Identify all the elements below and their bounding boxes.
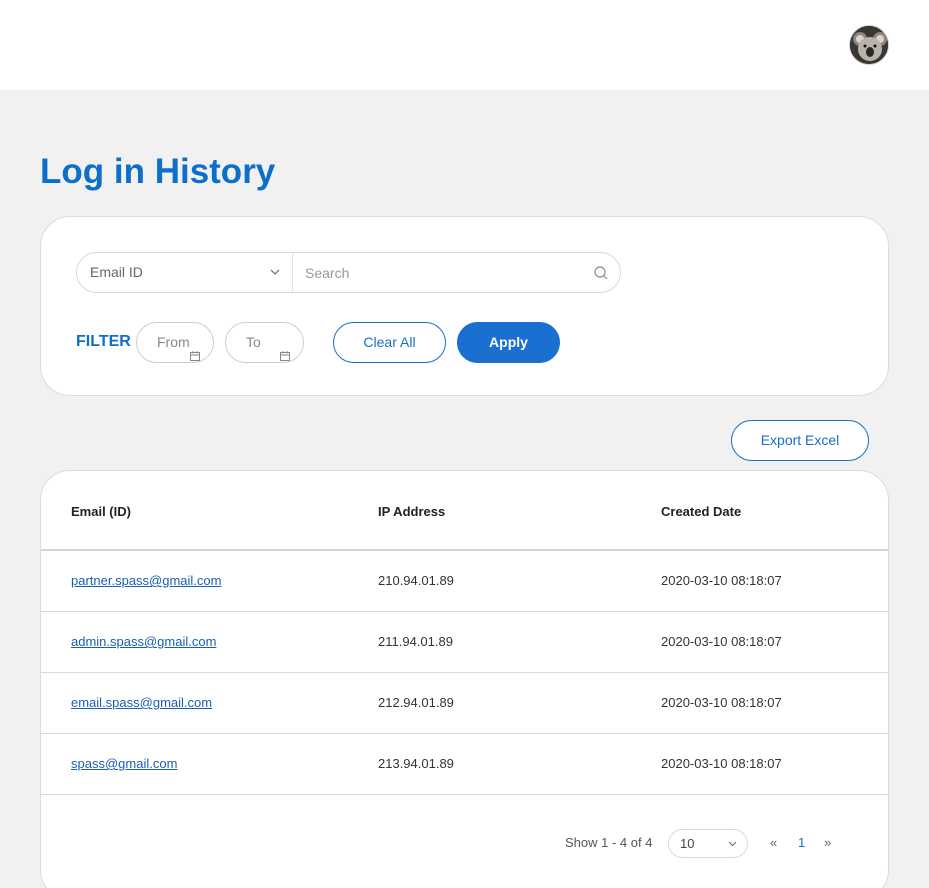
table-row: partner.spass@gmail.com 210.94.01.89 202…	[41, 551, 888, 612]
date-to-field[interactable]: To	[225, 322, 304, 363]
column-header-email: Email (ID)	[71, 504, 131, 519]
koala-avatar-icon	[850, 26, 888, 64]
table-header: Email (ID) IP Address Created Date	[41, 471, 888, 551]
ip-cell: 213.94.01.89	[378, 756, 454, 771]
email-link[interactable]: admin.spass@gmail.com	[71, 634, 216, 649]
created-date-cell: 2020-03-10 08:18:07	[661, 573, 782, 588]
search-type-value: Email ID	[90, 264, 143, 280]
email-link[interactable]: email.spass@gmail.com	[71, 695, 212, 710]
email-link[interactable]: partner.spass@gmail.com	[71, 573, 221, 588]
email-link[interactable]: spass@gmail.com	[71, 756, 177, 771]
page-title: Log in History	[40, 152, 276, 191]
top-bar	[0, 0, 929, 90]
user-avatar[interactable]	[849, 25, 889, 65]
chevron-down-icon	[270, 253, 280, 309]
previous-page-button[interactable]: «	[770, 835, 777, 850]
filter-panel: Email ID FILTER From To Clear All Apply	[40, 216, 889, 396]
search-icon[interactable]	[593, 265, 609, 281]
filter-label: FILTER	[76, 333, 131, 350]
page-size-select[interactable]: 10	[668, 829, 748, 858]
page-size-value: 10	[680, 836, 695, 851]
created-date-cell: 2020-03-10 08:18:07	[661, 756, 782, 771]
next-page-button[interactable]: »	[824, 835, 831, 850]
search-group: Email ID	[76, 252, 621, 293]
export-excel-button[interactable]: Export Excel	[731, 420, 869, 461]
ip-cell: 210.94.01.89	[378, 573, 454, 588]
date-from-field[interactable]: From	[136, 322, 214, 363]
ip-cell: 211.94.01.89	[378, 634, 453, 649]
column-header-ip: IP Address	[378, 504, 446, 519]
column-header-created: Created Date	[661, 504, 742, 519]
log-history-table: Email (ID) IP Address Created Date partn…	[40, 470, 889, 888]
table-row: email.spass@gmail.com 212.94.01.89 2020-…	[41, 673, 888, 734]
table-row: admin.spass@gmail.com 211.94.01.89 2020-…	[41, 612, 888, 673]
search-type-select[interactable]: Email ID	[77, 253, 293, 292]
calendar-icon	[280, 337, 290, 361]
table-row: spass@gmail.com 213.94.01.89 2020-03-10 …	[41, 734, 888, 795]
ip-cell: 212.94.01.89	[378, 695, 454, 710]
chevron-down-icon	[728, 830, 737, 868]
created-date-cell: 2020-03-10 08:18:07	[661, 695, 782, 710]
apply-button[interactable]: Apply	[457, 322, 560, 363]
date-from-placeholder: From	[157, 334, 190, 350]
pagination-info: Show 1 - 4 of 4	[565, 835, 653, 850]
calendar-icon	[190, 337, 200, 361]
clear-all-button[interactable]: Clear All	[333, 322, 446, 363]
date-to-placeholder: To	[246, 334, 261, 350]
page-number-button[interactable]: 1	[798, 835, 805, 850]
created-date-cell: 2020-03-10 08:18:07	[661, 634, 782, 649]
search-input[interactable]	[293, 253, 583, 292]
